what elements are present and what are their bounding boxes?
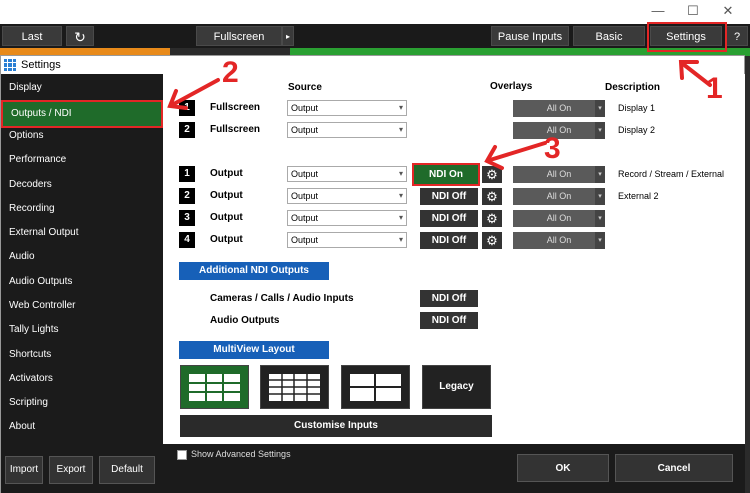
annotation-arrows — [167, 60, 712, 170]
annotation-number-3: 3 — [544, 132, 561, 165]
annotation-number-2: 2 — [222, 56, 239, 89]
annotation-number-1: 1 — [706, 72, 723, 105]
